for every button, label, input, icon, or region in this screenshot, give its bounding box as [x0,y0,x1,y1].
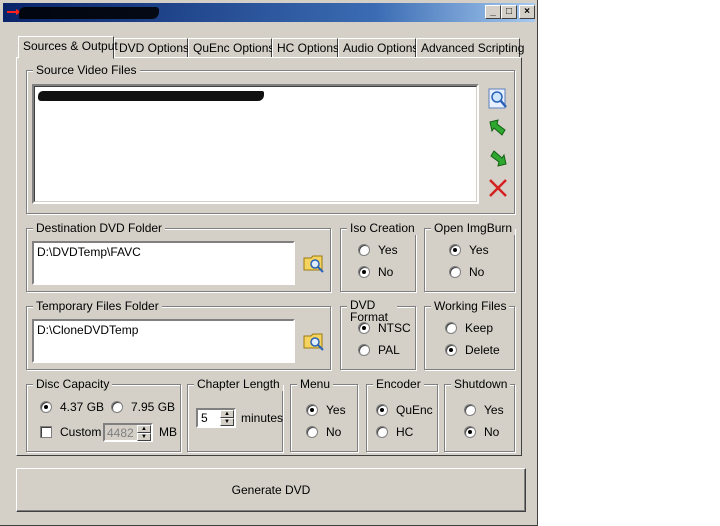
browse-icon[interactable] [486,87,510,111]
encoder-group: Encoder [366,377,438,452]
minimize-button[interactable]: _ [485,5,501,19]
temp-folder-browse-icon[interactable] [302,329,326,353]
redacted-title-scribble [19,7,159,19]
custom-capacity-value: 4482 [107,426,134,440]
source-video-legend: Source Video Files [33,63,140,77]
imgburn-yes-radio[interactable] [449,244,461,256]
hc-option[interactable]: HC [376,425,413,439]
capacity-795-radio[interactable] [111,401,123,413]
shutdown-legend: Shutdown [451,377,511,391]
working-files-group: Working Files [424,299,515,370]
capacity-unit: MB [159,425,177,439]
shutdown-no-radio[interactable] [464,426,476,438]
temp-folder-legend: Temporary Files Folder [33,299,162,313]
shutdown-group: Shutdown [444,377,515,452]
iso-creation-group: Iso Creation [340,221,418,292]
open-imgburn-group: Open ImgBurn [424,221,516,292]
quenc-radio[interactable] [376,404,388,416]
generate-dvd-button[interactable]: Generate DVD [16,468,526,512]
ntsc-radio[interactable] [358,322,370,334]
tab-dvd-options[interactable]: DVD Options [114,38,189,58]
temp-folder-value: D:\CloneDVDTemp [37,323,139,337]
shutdown-no-option[interactable]: No [464,425,499,439]
delete-radio[interactable] [445,344,457,356]
imgburn-no-option[interactable]: No [449,265,484,279]
hc-radio[interactable] [376,426,388,438]
menu-legend: Menu [297,377,334,391]
imgburn-no-radio[interactable] [449,266,461,278]
capacity-795-option[interactable]: 7.95 GB [111,400,175,414]
tab-audio-options[interactable]: Audio Options [338,38,418,58]
imgburn-yes-option[interactable]: Yes [449,243,489,257]
delete-option[interactable]: Delete [445,343,500,357]
temp-folder-field[interactable]: D:\CloneDVDTemp [32,319,295,363]
iso-creation-legend: Iso Creation [347,221,418,235]
chapter-spin-down-icon[interactable]: ▼ [220,418,234,426]
capacity-437-radio[interactable] [40,401,52,413]
ntsc-option[interactable]: NTSC [358,321,411,335]
close-button[interactable]: × [519,5,535,19]
maximize-button[interactable]: □ [501,5,517,19]
disc-capacity-legend: Disc Capacity [33,377,113,391]
menu-no-radio[interactable] [306,426,318,438]
quenc-option[interactable]: QuEnc [376,403,433,417]
tab-hc-options[interactable]: HC Options [272,38,339,58]
iso-yes-radio[interactable] [358,244,370,256]
chapter-length-value: 5 [201,411,208,425]
destination-field[interactable]: D:\DVDTemp\FAVC [32,241,295,285]
shutdown-yes-radio[interactable] [464,404,476,416]
iso-no-radio[interactable] [358,266,370,278]
menu-yes-option[interactable]: Yes [306,403,346,417]
redacted-file-scribble [38,91,264,101]
custom-capacity-option[interactable]: Custom [40,425,101,439]
destination-legend: Destination DVD Folder [33,221,166,235]
main-window: _ □ × Sources & Output DVD Options QuEnc… [0,0,538,526]
pal-radio[interactable] [358,344,370,356]
spin-up-icon: ▲ [137,425,151,433]
iso-yes-option[interactable]: Yes [358,243,398,257]
working-files-legend: Working Files [431,299,510,313]
folder-browse-icon[interactable] [302,251,326,275]
keep-radio[interactable] [445,322,457,334]
spin-down-icon: ▼ [137,433,151,441]
open-imgburn-legend: Open ImgBurn [431,221,516,235]
shutdown-yes-option[interactable]: Yes [464,403,504,417]
chapter-length-unit: minutes [241,411,284,425]
source-files-list[interactable] [32,84,479,204]
iso-no-option[interactable]: No [358,265,393,279]
custom-capacity-spinner: 4482 ▲ ▼ [103,423,153,442]
chapter-length-spinner[interactable]: 5 ▲ ▼ [196,408,236,428]
encoder-legend: Encoder [373,377,424,391]
move-down-icon[interactable] [486,146,510,170]
dvd-format-group: DVD Format [340,299,416,370]
dvd-format-legend: DVD Format [347,299,397,323]
custom-checkbox[interactable] [40,426,52,438]
tab-sources-output[interactable]: Sources & Output [18,36,118,59]
pal-option[interactable]: PAL [358,343,400,357]
menu-yes-radio[interactable] [306,404,318,416]
tab-advanced-scripting[interactable]: Advanced Scripting [416,38,524,58]
chapter-spin-up-icon[interactable]: ▲ [220,410,234,418]
move-up-icon[interactable] [486,116,510,140]
title-bar[interactable]: _ □ × [3,3,535,22]
remove-icon[interactable] [486,176,510,200]
keep-option[interactable]: Keep [445,321,493,335]
capacity-437-option[interactable]: 4.37 GB [40,400,104,414]
chapter-length-legend: Chapter Length [194,377,283,391]
destination-value: D:\DVDTemp\FAVC [37,245,141,259]
menu-group: Menu [290,377,358,452]
menu-no-option[interactable]: No [306,425,341,439]
tab-quenc-options[interactable]: QuEnc Options [188,38,274,58]
